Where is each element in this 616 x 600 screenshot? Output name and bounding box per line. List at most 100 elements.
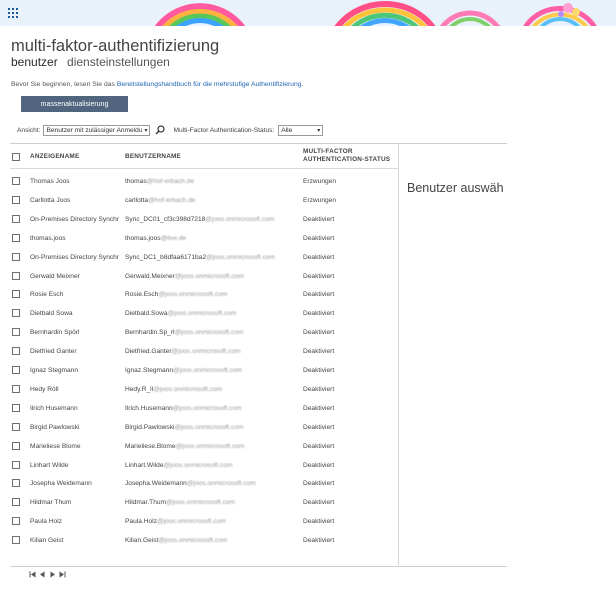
table-row[interactable]: thomas.joos thomas.joos@live.de Deaktivier… — [10, 229, 399, 248]
table-row[interactable]: Bernhardin Spörl Bernhardin.Sp_rl@joos.on… — [10, 323, 399, 342]
display-name-cell: On-Premises Directory Synchr — [30, 215, 120, 223]
user-name-local-part: thomas — [125, 178, 147, 185]
user-name-local-part: thomas.joos — [125, 234, 161, 242]
table-row[interactable]: Hedy Röll Hedy.R_ll@joos.onmicrosoft.com D… — [10, 380, 399, 399]
user-name-cell: Ignaz.Stegmann@joos.onmicrosoft.com — [125, 361, 300, 380]
mfa-status-cell: Deaktiviert — [303, 234, 335, 242]
display-name-cell: Ilrich Husemann — [30, 404, 78, 412]
user-name-domain-part: @joos.onmicrosoft.com — [171, 348, 241, 356]
column-header-display-name[interactable]: ANZEIGENAME — [30, 153, 79, 161]
row-checkbox[interactable] — [12, 403, 20, 412]
intro-text: Bevor Sie beginnen, lesen Sie das Bereit… — [11, 81, 303, 88]
row-checkbox[interactable] — [12, 271, 20, 280]
table-row[interactable]: Linhart Wilde Linhart.Wilde@joos.onmicros… — [10, 456, 399, 475]
row-checkbox[interactable] — [12, 441, 20, 450]
table-row[interactable]: Josepha Weidemann Josepha.Weidemann@joos.… — [10, 474, 399, 493]
table-row[interactable]: Kilian Geist Kilian.Geist@joos.onmicrosof… — [10, 531, 399, 550]
table-row[interactable]: Ignaz Stegmann Ignaz.Stegmann@joos.onmicr… — [10, 361, 399, 380]
table-row[interactable]: Paula Holz Paula.Holz@joos.onmicrosoft.co… — [10, 512, 399, 531]
next-page-icon — [50, 571, 55, 578]
row-checkbox[interactable] — [12, 384, 20, 393]
user-name-local-part: Sync_DC1_b8dfaa6171ba2 — [125, 253, 207, 261]
column-header-mfa-status[interactable]: MULTI-FACTOR AUTHENTICATION-STATUS — [303, 148, 390, 164]
intro-prefix: Bevor Sie beginnen, lesen Sie das — [11, 81, 117, 88]
table-row[interactable]: Thomas Joos thomas@hof-erbach.de Erzwungen — [10, 172, 399, 191]
deployment-guide-link[interactable]: Bereitstellungshandbuch für die mehrstuf… — [117, 81, 302, 88]
user-name-domain-part: @joos.onmicrosoft.com — [186, 480, 256, 488]
bulk-update-button[interactable]: massenaktualisierung — [21, 96, 128, 112]
table-row[interactable]: Dietbald Sowa Dietbald.Sowa@joos.onmicros… — [10, 304, 399, 323]
table-row[interactable]: On-Premises Directory Synchr Sync_DC01_cf… — [10, 210, 399, 229]
table-row[interactable]: Rosie Esch Rosie.Esch@joos.onmicrosoft.co… — [10, 285, 399, 304]
mfa-status-cell: Deaktiviert — [303, 253, 335, 261]
display-name-cell: Thomas Joos — [30, 178, 70, 185]
next-page-button[interactable] — [49, 571, 56, 578]
row-checkbox[interactable] — [12, 252, 20, 261]
user-name-local-part: Bernhardin.Sp_rl — [125, 329, 175, 337]
display-name-cell: Birgid Pawlowski — [30, 423, 80, 431]
row-checkbox[interactable] — [12, 195, 20, 204]
rainbow-banner-art — [155, 1, 597, 26]
view-label: Ansicht: — [17, 126, 41, 134]
table-row[interactable]: On-Premises Directory Synchr Sync_DC1_b8d… — [10, 248, 399, 267]
user-name-domain-part: @joos.onmicrosoft.com — [206, 253, 276, 261]
user-name-local-part: Rosie.Esch — [125, 291, 159, 299]
table-row[interactable]: Hildmar Thum Hildmar.Thum@joos.onmicrosof… — [10, 493, 399, 512]
tab-diensteinstellungen[interactable]: diensteinstellungen — [67, 55, 170, 69]
page-title: multi-faktor-authentifizierung — [11, 37, 220, 55]
user-name-local-part: Sync_DC01_cf3c398d7218 — [125, 215, 206, 223]
row-checkbox[interactable] — [12, 309, 20, 318]
first-page-button[interactable] — [29, 571, 36, 578]
app-launcher-button[interactable] — [0, 0, 26, 26]
table-row[interactable]: Birgid Pawlowski Birgid.Pawlowski@joos.on… — [10, 418, 399, 437]
mfa-status-cell: Deaktiviert — [303, 367, 335, 374]
row-checkbox[interactable] — [12, 290, 20, 299]
display-name-cell: Gerwald Meixner — [30, 272, 80, 280]
mfa-status-select-value: Alle — [281, 126, 293, 134]
row-checkbox[interactable] — [12, 177, 20, 185]
row-checkbox[interactable] — [12, 347, 20, 356]
table-row[interactable]: Marieliese Blome Marieliese.Blome@joos.on… — [10, 437, 399, 456]
user-name-domain-part: @hof-erbach.de — [146, 178, 195, 185]
mfa-status-select[interactable]: Alle ▾ — [278, 124, 324, 136]
user-name-domain-part: @joos.onmicrosoft.com — [158, 291, 228, 299]
table-row[interactable]: Carllotta Joos carllotta@hof-erbach.de Erz… — [10, 191, 399, 210]
previous-page-button[interactable] — [39, 571, 46, 578]
search-button[interactable] — [155, 125, 166, 135]
view-select[interactable]: Benutzer mit zulässiger Anmeldu ▾ — [43, 124, 151, 136]
select-all-checkbox[interactable] — [12, 153, 20, 161]
row-checkbox[interactable] — [12, 460, 20, 469]
table-top-divider — [10, 143, 507, 144]
mfa-status-cell: Erzwungen — [303, 196, 336, 204]
row-checkbox[interactable] — [12, 214, 20, 223]
column-header-mfa-status-line1: MULTI-FACTOR — [303, 148, 353, 155]
tab-benutzer[interactable]: benutzer — [11, 55, 58, 69]
user-name-domain-part: @live.de — [160, 234, 187, 242]
mfa-status-cell: Deaktiviert — [303, 385, 335, 393]
display-name-cell: Ignaz Stegmann — [30, 367, 79, 374]
row-checkbox[interactable] — [12, 479, 20, 488]
row-checkbox[interactable] — [12, 233, 20, 242]
table-row[interactable]: Dietfried Ganter Dietfried.Ganter@joos.on… — [10, 342, 399, 361]
table-row[interactable]: Gerwald Meixner Gerwald.Meixner@joos.onmi… — [10, 267, 399, 286]
row-checkbox[interactable] — [12, 517, 20, 526]
row-checkbox[interactable] — [12, 498, 20, 507]
user-name-local-part: Kilian.Geist — [125, 537, 159, 545]
mfa-status-cell: Deaktiviert — [303, 423, 335, 431]
row-checkbox[interactable] — [12, 422, 20, 431]
header-bottom-divider — [10, 168, 399, 169]
user-name-domain-part: @joos.onmicrosoft.com — [166, 499, 236, 507]
table-row[interactable]: Ilrich Husemann Ilrich.Husemann@joos.onmi… — [10, 399, 399, 418]
row-checkbox[interactable] — [12, 366, 20, 374]
top-banner — [0, 0, 616, 26]
last-page-button[interactable] — [59, 571, 66, 578]
display-name-cell: Linhart Wilde — [30, 461, 69, 469]
display-name-cell: Marieliese Blome — [30, 442, 81, 450]
user-name-cell: Kilian.Geist@joos.onmicrosoft.com — [125, 531, 300, 550]
row-checkbox[interactable] — [12, 536, 20, 545]
chevron-down-icon: ▾ — [144, 127, 148, 134]
row-checkbox[interactable] — [12, 328, 20, 337]
user-name-domain-part: @joos.onmicrosoft.com — [163, 461, 233, 469]
column-header-user-name[interactable]: BENUTZERNAME — [125, 153, 181, 161]
user-name-cell: Sync_DC1_b8dfaa6171ba2@joos.onmicrosoft.… — [125, 248, 300, 267]
